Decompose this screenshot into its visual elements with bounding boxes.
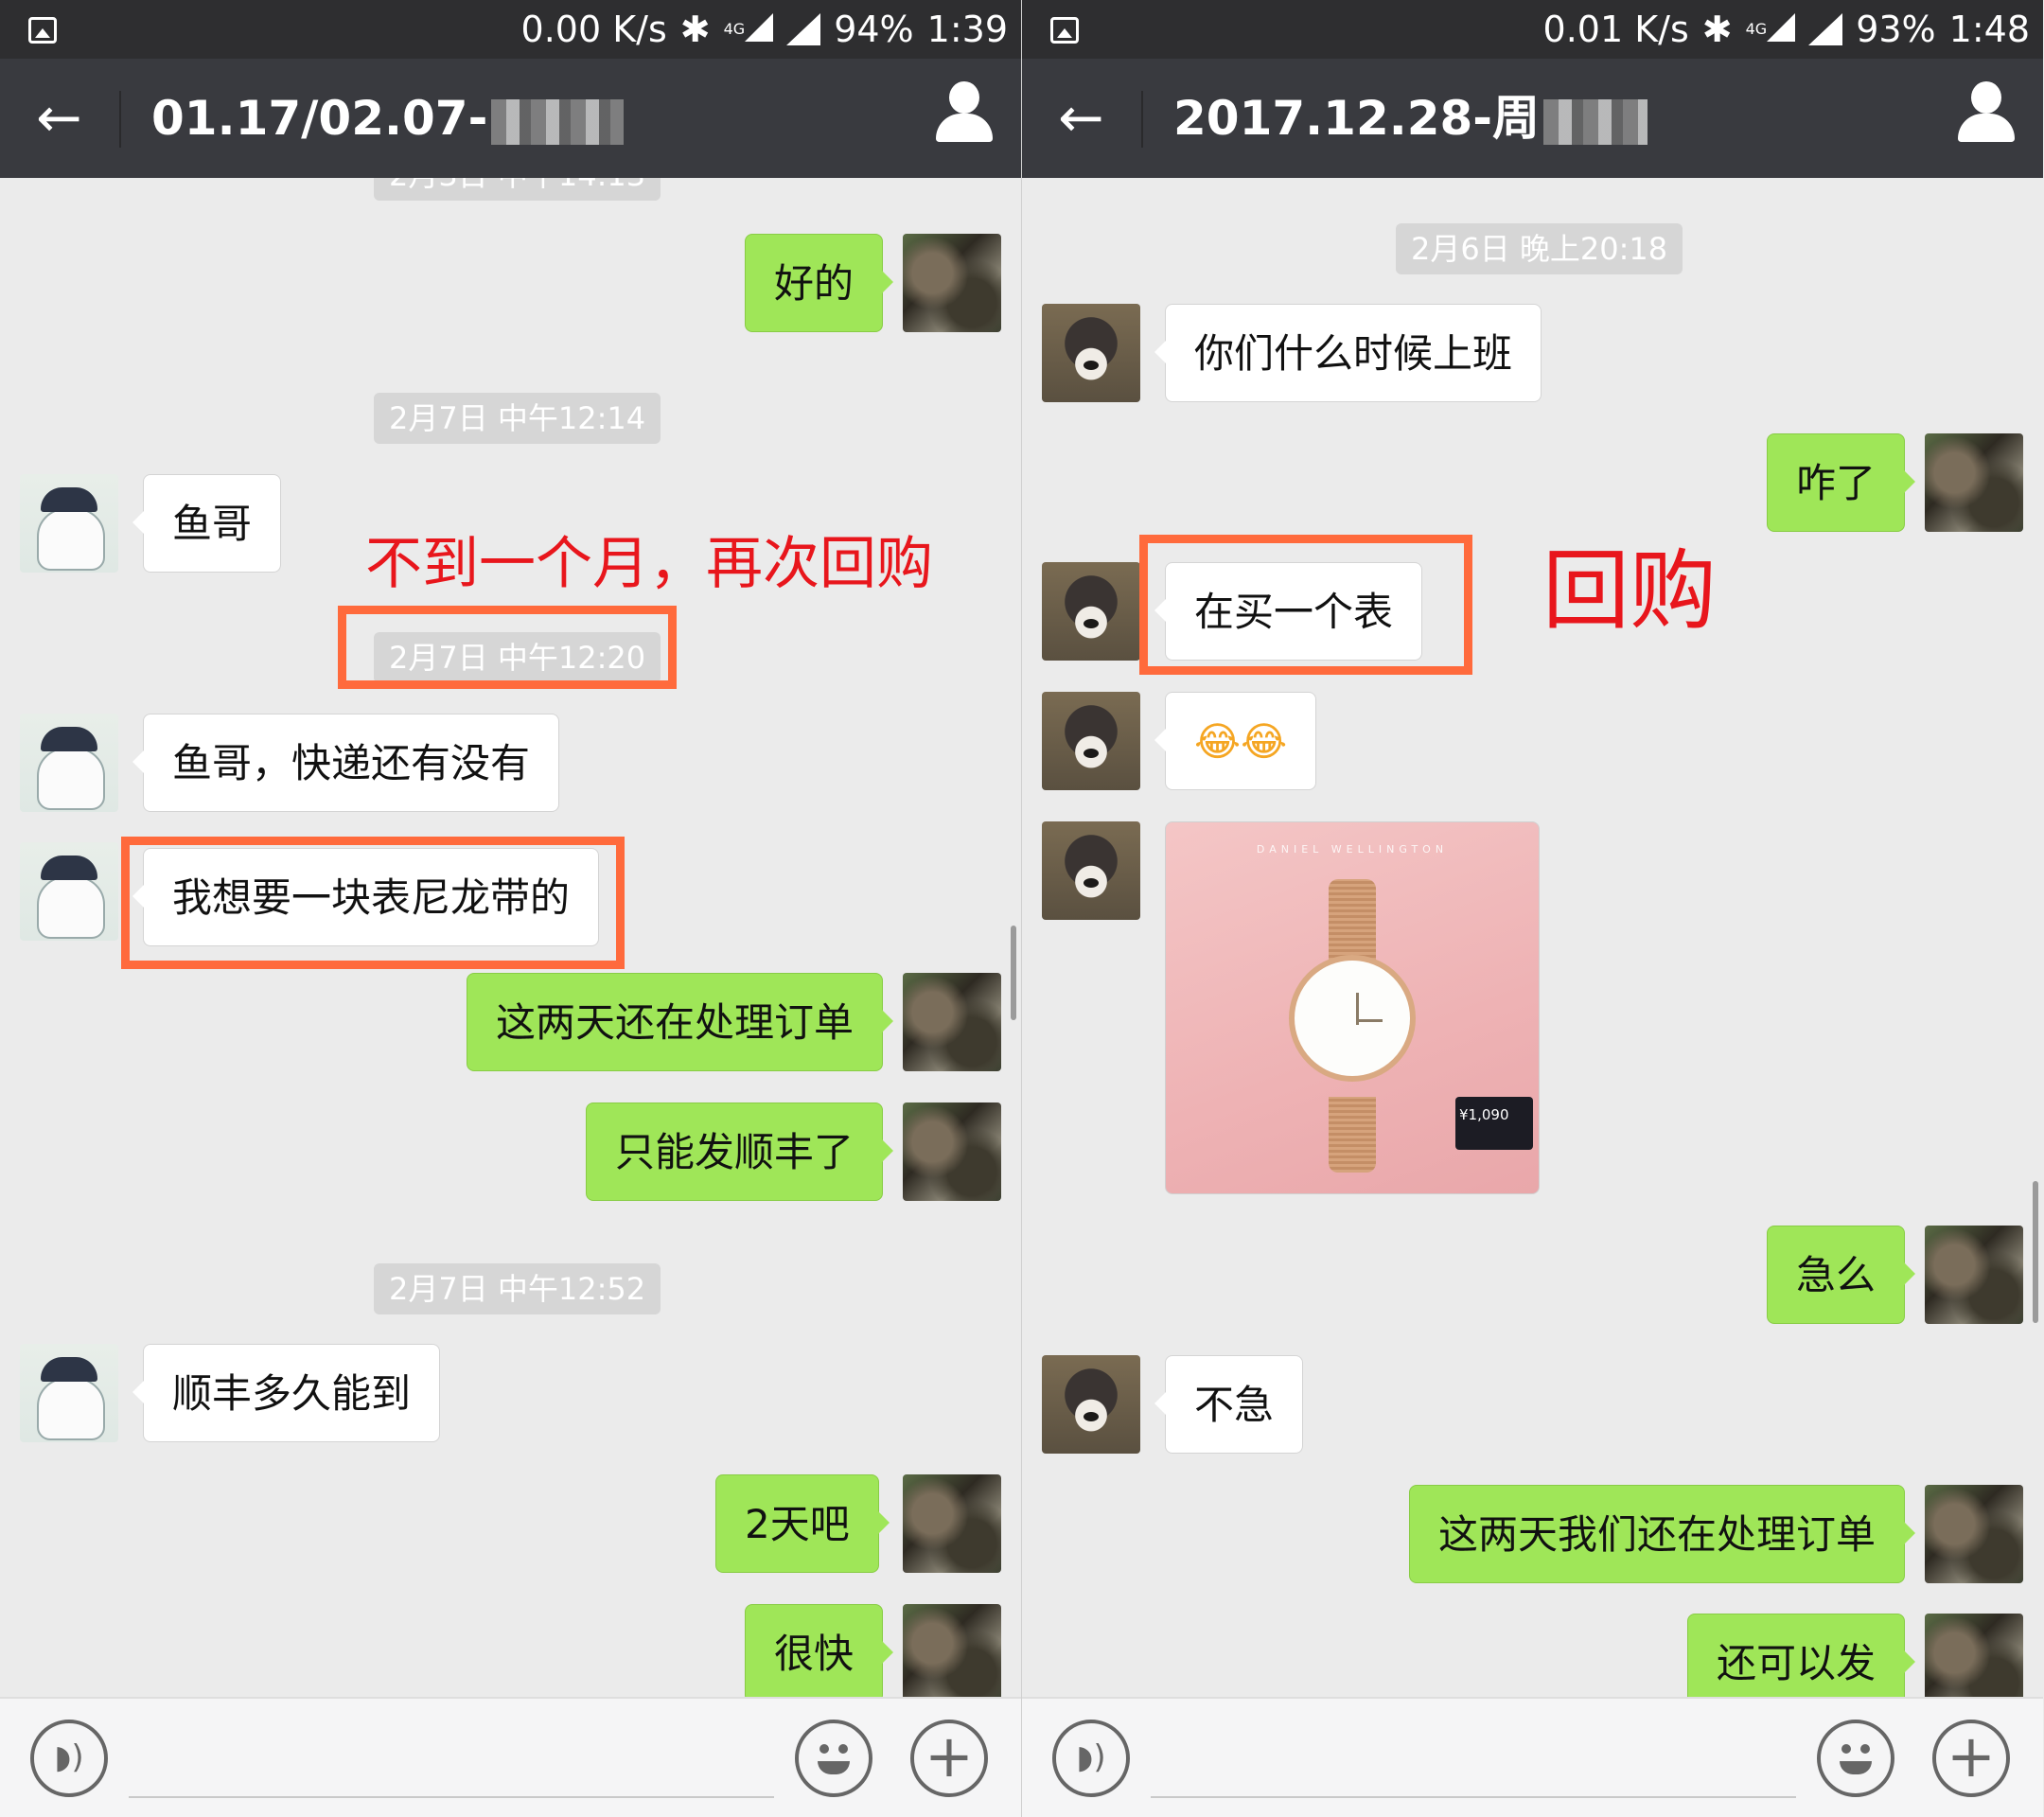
timestamp: 2月7日 中午12:14 <box>374 393 661 444</box>
watch-strap <box>1329 1097 1376 1173</box>
annotation-box <box>121 837 625 969</box>
chat-screen-left: 0.00 K/s ✱ 4G 94% 1:39 ← 01.17/02.07- 2月… <box>0 0 1021 1817</box>
avatar[interactable] <box>1925 1485 2023 1583</box>
arrow-left-icon[interactable]: ← <box>36 89 82 146</box>
title-bar: ← 2017.12.28-周 <box>1022 59 2043 178</box>
avatar[interactable] <box>1042 821 1140 920</box>
battery-level: 93% <box>1856 9 1936 50</box>
outgoing-message[interactable]: 好的 <box>745 234 894 332</box>
person-icon[interactable] <box>1958 81 2015 148</box>
image-message[interactable]: DANIEL WELLINGTON ¥1,090 <box>1165 821 1540 1194</box>
avatar[interactable] <box>1042 562 1140 661</box>
message-input[interactable] <box>1151 1796 1796 1798</box>
avatar[interactable] <box>1042 1355 1140 1454</box>
annotation-text: 回购 <box>1542 540 1718 642</box>
chat-title: 01.17/02.07- <box>151 87 625 150</box>
scrollbar[interactable] <box>1011 926 1016 1020</box>
status-bar: 0.01 K/s ✱ 4G 93% 1:48 <box>1022 0 2043 59</box>
plus-icon[interactable]: + <box>910 1720 988 1797</box>
signal-icon <box>745 13 774 42</box>
incoming-message[interactable]: 鱼哥 <box>132 474 282 573</box>
avatar[interactable] <box>903 973 1001 1071</box>
chat-title: 2017.12.28-周 <box>1173 87 1648 150</box>
annotation-box <box>1139 535 1472 675</box>
avatar[interactable] <box>903 1474 1001 1573</box>
avatar[interactable] <box>903 234 1001 332</box>
arrow-left-icon[interactable]: ← <box>1058 89 1104 146</box>
blurred-name <box>491 98 625 145</box>
watch-dial <box>1289 955 1416 1082</box>
title-separator <box>119 91 121 148</box>
avatar[interactable] <box>903 1604 1001 1697</box>
avatar[interactable] <box>20 714 118 812</box>
annotation-text: 不到一个月，再次回购 <box>365 531 933 597</box>
plus-icon[interactable]: + <box>1932 1720 2010 1797</box>
avatar[interactable] <box>1925 1614 2023 1697</box>
avatar[interactable] <box>1925 433 2023 532</box>
emoji-icon[interactable] <box>1817 1720 1894 1797</box>
watch-brand: DANIEL WELLINGTON <box>1256 843 1449 856</box>
timestamp: 2月7日 中午12:52 <box>374 1263 661 1314</box>
outgoing-message[interactable]: 这两天我们还在处理订单 <box>1409 1485 1916 1583</box>
image-icon <box>1050 17 1079 44</box>
incoming-message[interactable]: 你们什么时候上班 <box>1154 304 1542 402</box>
signal-icon <box>1808 13 1843 45</box>
outgoing-message[interactable]: 咋了 <box>1767 433 1916 532</box>
annotation-box <box>338 606 677 689</box>
outgoing-message[interactable]: 急么 <box>1767 1226 1916 1324</box>
incoming-message[interactable]: 😂😂 <box>1154 692 1317 790</box>
voice-icon[interactable]: ◗) <box>1052 1720 1130 1797</box>
incoming-message[interactable]: 不急 <box>1154 1355 1304 1454</box>
status-bar: 0.00 K/s ✱ 4G 94% 1:39 <box>0 0 1021 59</box>
outgoing-message[interactable]: 很快 <box>745 1604 894 1697</box>
message-list[interactable]: 2月3日 中午14:13 好的 2月7日 中午12:14 鱼哥 不到一个月，再次… <box>0 178 1021 1697</box>
outgoing-message[interactable]: 还可以发 <box>1687 1614 1916 1697</box>
signal-icon <box>786 13 821 45</box>
laughing-emoji: 😂😂 <box>1194 718 1288 765</box>
outgoing-message[interactable]: 2天吧 <box>715 1474 890 1573</box>
battery-level: 94% <box>834 9 914 50</box>
status-info: 0.01 K/s ✱ 4G 93% 1:48 <box>1543 9 2030 49</box>
emoji-icon[interactable] <box>795 1720 872 1797</box>
price-label: ¥1,090 <box>1459 1106 1509 1123</box>
price-tag <box>1455 1097 1533 1150</box>
network-type: 4G <box>1746 9 1796 49</box>
clock: 1:48 <box>1948 9 2030 50</box>
scrollbar[interactable] <box>2033 1181 2038 1323</box>
incoming-message[interactable]: 顺丰多久能到 <box>132 1344 441 1442</box>
message-input[interactable] <box>129 1796 774 1798</box>
network-type: 4G <box>724 9 774 49</box>
bluetooth-icon: ✱ <box>679 9 711 50</box>
voice-icon[interactable]: ◗) <box>30 1720 108 1797</box>
avatar[interactable] <box>20 1344 118 1442</box>
chat-screen-right: 0.01 K/s ✱ 4G 93% 1:48 ← 2017.12.28-周 2月… <box>1022 0 2043 1817</box>
avatar[interactable] <box>1925 1226 2023 1324</box>
avatar[interactable] <box>903 1103 1001 1201</box>
outgoing-message[interactable]: 只能发顺丰了 <box>586 1103 894 1201</box>
network-speed: 0.00 K/s <box>520 9 667 50</box>
avatar[interactable] <box>20 842 118 941</box>
image-icon <box>28 17 57 44</box>
outgoing-message[interactable]: 这两天还在处理订单 <box>467 973 894 1071</box>
input-bar: ◗) + <box>1022 1697 2043 1817</box>
network-speed: 0.01 K/s <box>1542 9 1689 50</box>
title-separator <box>1141 91 1143 148</box>
status-info: 0.00 K/s ✱ 4G 94% 1:39 <box>521 9 1008 49</box>
avatar[interactable] <box>1042 692 1140 790</box>
clock: 1:39 <box>926 9 1008 50</box>
avatar[interactable] <box>20 474 118 573</box>
avatar[interactable] <box>1042 304 1140 402</box>
timestamp: 2月6日 晚上20:18 <box>1396 223 1683 274</box>
message-list[interactable]: 2月6日 晚上20:18 你们什么时候上班 咋了 在买一个表 回购 😂😂 DAN… <box>1022 178 2043 1697</box>
incoming-message[interactable]: 鱼哥，快递还有没有 <box>132 714 560 812</box>
input-bar: ◗) + <box>0 1697 1021 1817</box>
timestamp: 2月3日 中午14:13 <box>374 178 661 201</box>
blurred-name <box>1543 98 1648 145</box>
person-icon[interactable] <box>936 81 993 148</box>
signal-icon <box>1767 13 1796 42</box>
title-bar: ← 01.17/02.07- <box>0 59 1021 178</box>
bluetooth-icon: ✱ <box>1701 9 1733 50</box>
